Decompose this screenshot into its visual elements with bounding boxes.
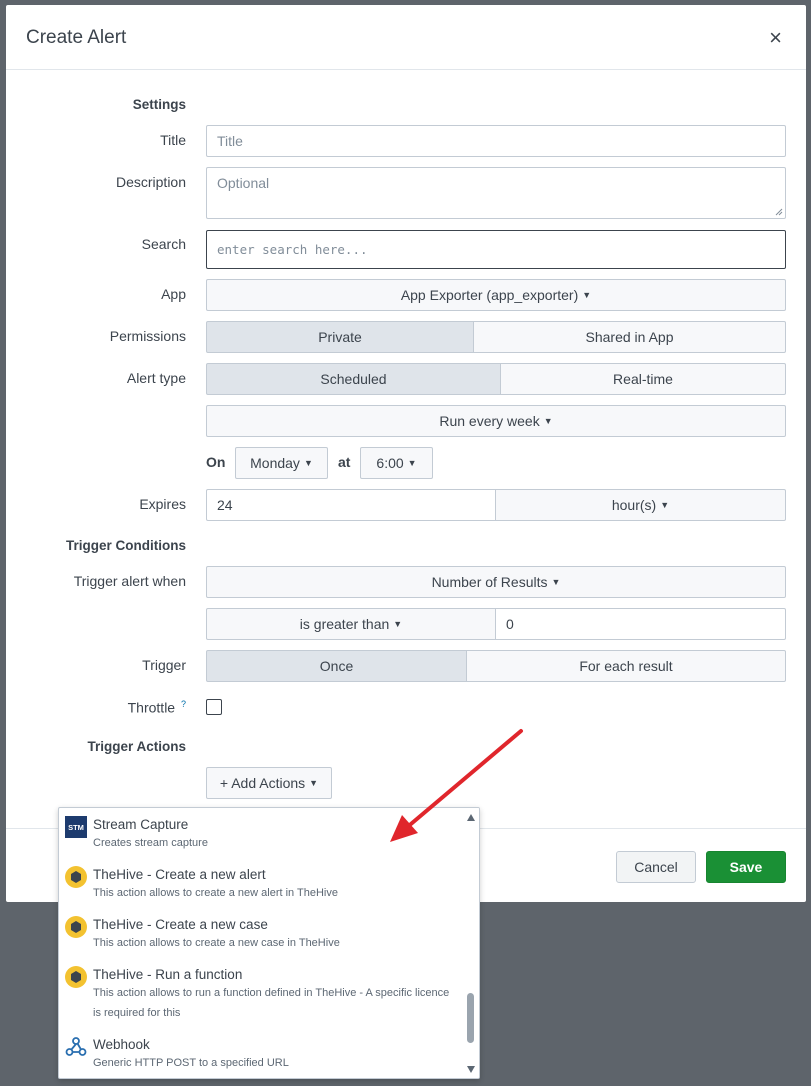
- expires-unit-value: hour(s): [611, 497, 657, 513]
- scroll-up-icon[interactable]: [467, 814, 475, 821]
- action-item-description: This action allows to create a new alert…: [93, 887, 338, 899]
- app-label: App: [161, 286, 186, 302]
- day-value: Monday: [250, 455, 300, 471]
- action-item-title: Webhook: [93, 1037, 150, 1052]
- thehive-icon: [65, 966, 87, 988]
- caret-down-icon: ▼: [407, 458, 417, 468]
- save-button[interactable]: Save: [706, 851, 786, 883]
- dialog-title: Create Alert: [26, 27, 127, 48]
- help-icon[interactable]: ?: [181, 699, 186, 709]
- add-actions-menu: STM Stream Capture Creates stream captur…: [58, 807, 480, 1079]
- thehive-icon: [65, 866, 87, 888]
- stream-capture-icon: STM: [65, 816, 87, 838]
- action-item-title: TheHive - Create a new case: [93, 917, 268, 932]
- schedule-dropdown[interactable]: Run every week ▼: [206, 405, 786, 437]
- time-dropdown[interactable]: 6:00 ▼: [360, 447, 433, 479]
- trigger-each-result-option[interactable]: For each result: [467, 650, 786, 682]
- caret-down-icon: ▼: [582, 290, 592, 300]
- permissions-toggle: Private Shared in App: [206, 321, 786, 353]
- trigger-when-dropdown[interactable]: Number of Results ▼: [206, 566, 786, 598]
- action-item-thehive-alert[interactable]: TheHive - Create a new alert This action…: [59, 858, 464, 908]
- search-label: Search: [141, 236, 186, 252]
- menu-scrollbar[interactable]: [463, 808, 479, 1078]
- description-textarea[interactable]: Optional: [206, 167, 786, 219]
- action-item-thehive-function[interactable]: TheHive - Run a function This action all…: [59, 958, 464, 1028]
- action-item-title: TheHive - Create a new alert: [93, 867, 266, 882]
- title-label: Title: [160, 132, 186, 148]
- comparison-dropdown[interactable]: is greater than ▼: [206, 608, 496, 640]
- settings-heading: Settings: [132, 97, 186, 112]
- at-label: at: [338, 454, 351, 470]
- schedule-value: Run every week: [439, 413, 540, 429]
- trigger-actions-heading: Trigger Actions: [87, 739, 186, 754]
- trigger-once-option[interactable]: Once: [206, 650, 467, 682]
- action-item-title: TheHive - Run a function: [93, 967, 243, 982]
- action-item-description: This action allows to create a new case …: [93, 937, 340, 949]
- title-placeholder: Title: [217, 133, 243, 149]
- comparison-value: is greater than: [299, 616, 390, 632]
- close-icon[interactable]: ×: [769, 27, 782, 49]
- throttle-label-text: Throttle: [127, 699, 176, 716]
- cancel-button[interactable]: Cancel: [616, 851, 696, 883]
- add-actions-label: + Add Actions: [219, 775, 306, 791]
- title-input[interactable]: Title: [206, 125, 786, 157]
- add-actions-button[interactable]: + Add Actions ▼: [206, 767, 332, 799]
- threshold-input[interactable]: 0: [495, 608, 786, 640]
- trigger-conditions-heading: Trigger Conditions: [66, 538, 186, 553]
- time-value: 6:00: [376, 455, 404, 471]
- alert-type-toggle: Scheduled Real-time: [206, 363, 786, 395]
- action-item-description: This action allows to run a function def…: [93, 987, 450, 1019]
- permissions-label: Permissions: [109, 328, 186, 344]
- alert-type-scheduled-option[interactable]: Scheduled: [206, 363, 501, 395]
- expires-unit-dropdown[interactable]: hour(s) ▼: [495, 489, 786, 521]
- thehive-icon: [65, 916, 87, 938]
- caret-down-icon: ▼: [393, 619, 403, 629]
- alert-type-label: Alert type: [126, 370, 186, 386]
- permissions-shared-option[interactable]: Shared in App: [474, 321, 786, 353]
- caret-down-icon: ▼: [660, 500, 670, 510]
- dialog-header: Create Alert ×: [6, 5, 806, 70]
- permissions-private-option[interactable]: Private: [206, 321, 474, 353]
- search-placeholder: enter search here...: [217, 242, 368, 257]
- expires-input[interactable]: 24: [206, 489, 496, 521]
- scroll-down-icon[interactable]: [467, 1066, 475, 1073]
- caret-down-icon: ▼: [551, 577, 561, 587]
- resize-handle-icon[interactable]: [775, 208, 783, 216]
- app-value: App Exporter (app_exporter): [400, 287, 579, 303]
- trigger-label: Trigger: [142, 657, 186, 673]
- caret-down-icon: ▼: [309, 778, 319, 788]
- action-item-title: Stream Capture: [93, 817, 189, 832]
- trigger-when-value: Number of Results: [431, 574, 548, 590]
- action-item-stream-capture[interactable]: STM Stream Capture Creates stream captur…: [59, 808, 464, 858]
- description-label: Description: [115, 174, 186, 190]
- app-dropdown[interactable]: App Exporter (app_exporter) ▼: [206, 279, 786, 311]
- day-dropdown[interactable]: Monday ▼: [235, 447, 328, 479]
- action-item-thehive-case[interactable]: TheHive - Create a new case This action …: [59, 908, 464, 958]
- trigger-toggle: Once For each result: [206, 650, 786, 682]
- search-input[interactable]: enter search here...: [206, 230, 786, 269]
- alert-type-realtime-option[interactable]: Real-time: [501, 363, 786, 395]
- create-alert-dialog: Create Alert × Settings Title Title Desc…: [6, 5, 806, 902]
- description-placeholder: Optional: [217, 175, 270, 191]
- action-item-description: Generic HTTP POST to a specified URL: [93, 1057, 289, 1069]
- on-label: On: [206, 454, 226, 470]
- caret-down-icon: ▼: [303, 458, 313, 468]
- action-item-description: Creates stream capture: [93, 837, 208, 849]
- expires-label: Expires: [139, 496, 186, 512]
- trigger-when-label: Trigger alert when: [73, 573, 186, 589]
- caret-down-icon: ▼: [543, 416, 553, 426]
- scrollbar-thumb[interactable]: [467, 993, 474, 1043]
- throttle-label: Throttle ?: [6, 699, 186, 716]
- throttle-checkbox[interactable]: [206, 699, 222, 715]
- webhook-icon: [65, 1037, 87, 1056]
- action-item-webhook[interactable]: Webhook Generic HTTP POST to a specified…: [59, 1028, 464, 1078]
